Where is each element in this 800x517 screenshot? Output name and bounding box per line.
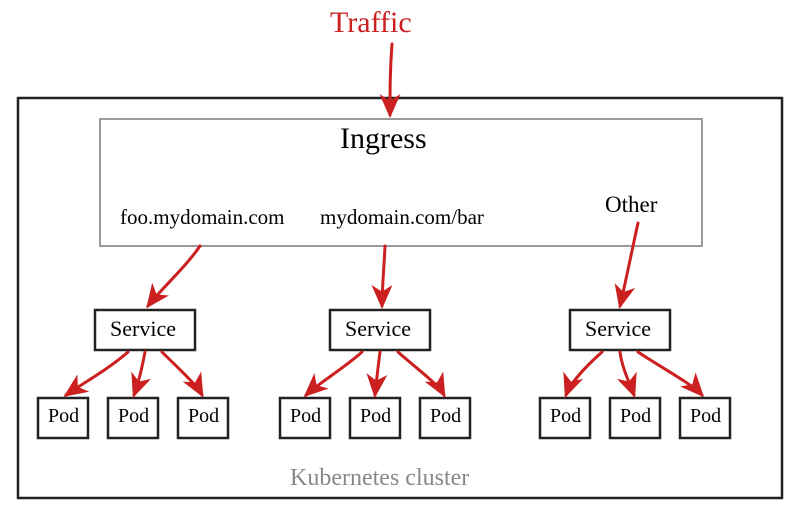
ingress-route-0: foo.mydomain.com [120,205,284,230]
ingress-route-1: mydomain.com/bar [320,205,484,230]
arrows [0,0,800,517]
pod-label: Pod [550,405,581,428]
pod-boxes [0,0,800,517]
cluster-caption: Kubernetes cluster [290,465,469,492]
pod-label: Pod [118,405,149,428]
service-boxes [0,0,800,517]
traffic-label: Traffic [330,6,412,40]
cluster-box [0,0,800,517]
service-label-0: Service [110,316,176,342]
pod-label: Pod [48,405,79,428]
service-label-2: Service [585,316,651,342]
pod-label: Pod [620,405,651,428]
pod-label: Pod [430,405,461,428]
pod-label: Pod [360,405,391,428]
ingress-box [0,0,800,517]
service-label-1: Service [345,316,411,342]
diagram-canvas: Traffic Ingress foo.mydomain.com mydomai… [0,0,800,517]
pod-label: Pod [188,405,219,428]
ingress-title: Ingress [340,122,427,156]
pod-label: Pod [690,405,721,428]
ingress-route-2: Other [605,192,657,218]
pod-label: Pod [290,405,321,428]
